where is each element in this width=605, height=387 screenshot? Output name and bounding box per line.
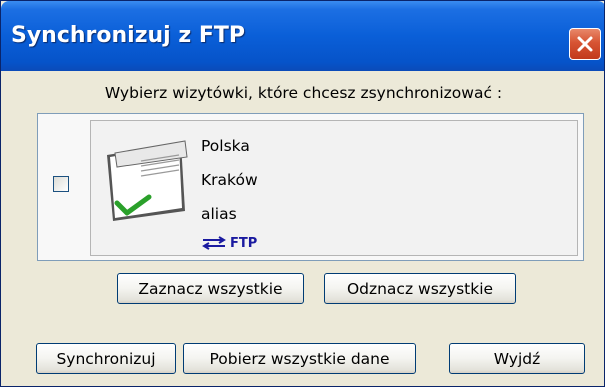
synchronize-button[interactable]: Synchronizuj [36,343,176,374]
card-city: Kraków [201,171,258,189]
dialog-content: Wybierz wizytówki, które chcesz zsynchro… [1,71,604,386]
close-icon [577,36,593,52]
dialog-window: Synchronizuj z FTP Wybierz wizytówki, kt… [0,0,605,387]
download-all-button[interactable]: Pobierz wszystkie dane [183,343,416,374]
card-list[interactable]: Polska Kraków alias FTP [37,113,584,261]
title-bar[interactable]: Synchronizuj z FTP [1,1,604,71]
sync-arrows-icon [202,236,226,250]
business-card-icon [107,140,188,221]
select-all-button[interactable]: Zaznacz wszystkie [117,273,304,304]
ftp-badge: FTP [201,235,257,251]
card-alias: alias [201,205,237,223]
window-title: Synchronizuj z FTP [11,23,246,48]
card-country: Polska [201,137,250,155]
ftp-label: FTP [230,235,258,251]
exit-button[interactable]: Wyjdź [449,343,585,374]
list-item[interactable]: Polska Kraków alias FTP [90,120,578,256]
instruction-text: Wybierz wizytówki, które chcesz zsynchro… [104,84,503,102]
card-checkbox[interactable] [53,176,69,192]
deselect-all-button[interactable]: Odznacz wszystkie [324,273,516,304]
close-button[interactable] [569,28,601,60]
